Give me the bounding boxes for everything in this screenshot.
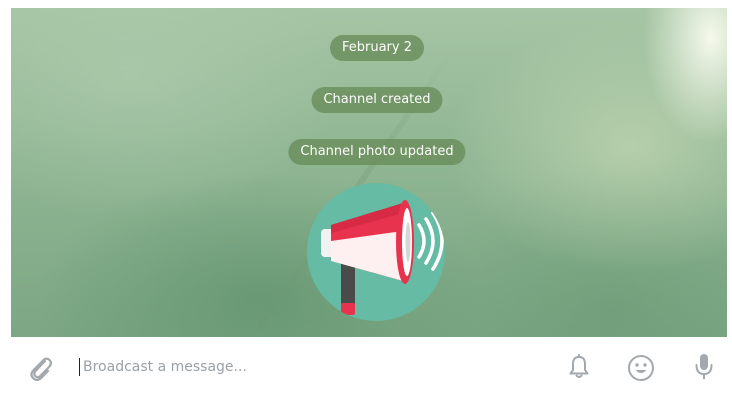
attach-button[interactable] [25, 353, 55, 383]
bell-icon [569, 354, 589, 378]
smiley-icon [628, 355, 654, 381]
service-message-channel-created: Channel created [311, 87, 443, 113]
chat-history[interactable]: February 2 Channel created Channel photo… [11, 8, 727, 337]
chat-window: February 2 Channel created Channel photo… [0, 0, 732, 394]
silent-broadcast-button[interactable] [566, 354, 592, 380]
megaphone-icon [321, 200, 444, 315]
paperclip-icon [30, 357, 52, 381]
channel-photo[interactable] [307, 183, 445, 321]
text-cursor [79, 358, 80, 376]
service-message-photo-updated[interactable]: Channel photo updated [288, 139, 466, 165]
microphone-icon [695, 354, 713, 379]
message-input[interactable] [83, 354, 543, 380]
voice-record-button[interactable] [693, 352, 715, 382]
message-composer [11, 337, 727, 394]
date-separator: February 2 [329, 35, 425, 61]
emoji-button[interactable] [627, 354, 655, 382]
